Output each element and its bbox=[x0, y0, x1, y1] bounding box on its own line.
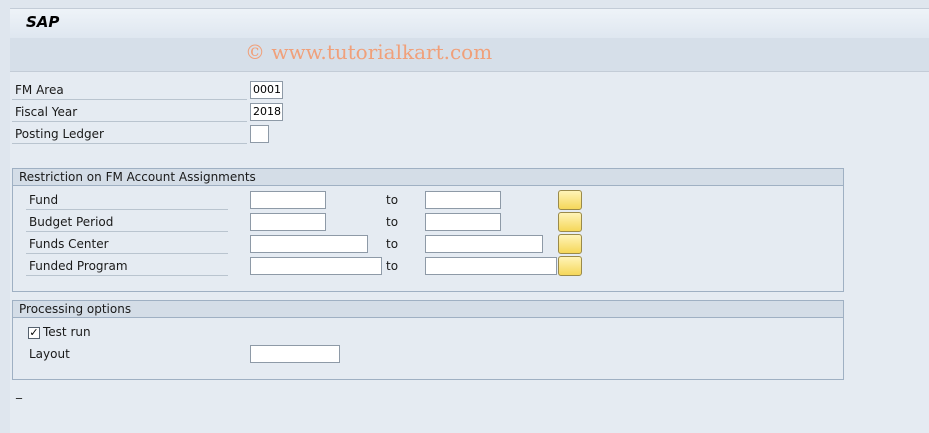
title-bar: SAP bbox=[10, 8, 929, 39]
watermark-text: © www.tutorialkart.com bbox=[245, 40, 493, 64]
application-toolbar: © www.tutorialkart.com bbox=[10, 38, 929, 72]
layout-input[interactable] bbox=[250, 345, 340, 363]
budget-period-from-input[interactable] bbox=[250, 213, 326, 231]
fund-to-label: to bbox=[386, 193, 399, 207]
funded-program-to-label: to bbox=[386, 259, 399, 273]
test-run-checkbox[interactable]: ✓ bbox=[28, 327, 40, 339]
restriction-group-title: Restriction on FM Account Assignments bbox=[13, 169, 843, 186]
funds-center-multiple-selection-button[interactable] bbox=[558, 234, 582, 254]
budget-period-to-label: to bbox=[386, 215, 399, 229]
status-bar-text: _ bbox=[16, 385, 22, 399]
layout-label: Layout bbox=[29, 347, 70, 361]
fm-area-label: FM Area bbox=[12, 81, 247, 100]
fm-area-input[interactable]: 0001 bbox=[250, 81, 283, 99]
budget-period-to-input[interactable] bbox=[425, 213, 501, 231]
posting-ledger-label: Posting Ledger bbox=[12, 125, 247, 144]
funded-program-to-input[interactable] bbox=[425, 257, 557, 275]
funds-center-label: Funds Center bbox=[26, 235, 228, 254]
fund-from-input[interactable] bbox=[250, 191, 326, 209]
window-title: SAP bbox=[26, 13, 60, 31]
test-run-label: Test run bbox=[43, 325, 91, 339]
fiscal-year-input[interactable]: 2018 bbox=[250, 103, 283, 121]
funded-program-label: Funded Program bbox=[26, 257, 228, 276]
fiscal-year-label: Fiscal Year bbox=[12, 103, 247, 122]
fund-multiple-selection-button[interactable] bbox=[558, 190, 582, 210]
processing-options-title: Processing options bbox=[13, 301, 843, 318]
funds-center-from-input[interactable] bbox=[250, 235, 368, 253]
fund-to-input[interactable] bbox=[425, 191, 501, 209]
funded-program-multiple-selection-button[interactable] bbox=[558, 256, 582, 276]
budget-period-label: Budget Period bbox=[26, 213, 228, 232]
funded-program-from-input[interactable] bbox=[250, 257, 382, 275]
funds-center-to-label: to bbox=[386, 237, 399, 251]
budget-period-multiple-selection-button[interactable] bbox=[558, 212, 582, 232]
funds-center-to-input[interactable] bbox=[425, 235, 543, 253]
processing-options-group: Processing options bbox=[12, 300, 844, 380]
posting-ledger-input[interactable] bbox=[250, 125, 269, 143]
fund-label: Fund bbox=[26, 191, 228, 210]
